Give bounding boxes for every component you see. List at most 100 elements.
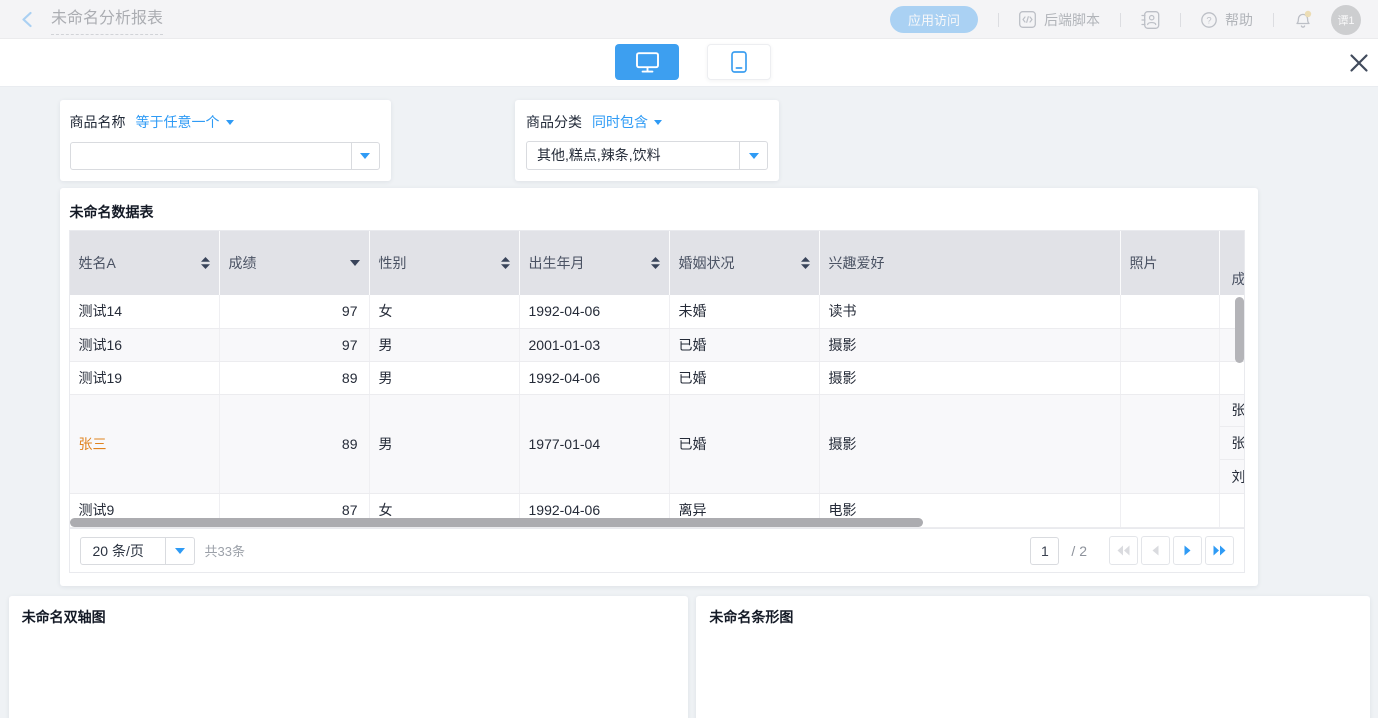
caret-down-icon bbox=[654, 120, 662, 125]
code-icon bbox=[1019, 11, 1036, 28]
filter-widget-product-name: 商品名称 等于任意一个 bbox=[60, 100, 392, 181]
avatar[interactable]: 谭1 bbox=[1331, 5, 1361, 35]
question-circle-icon: ? bbox=[1201, 12, 1217, 28]
filter-value-select[interactable] bbox=[70, 142, 380, 170]
cell-gender: 男 bbox=[370, 362, 520, 394]
chart-widget-dual-axis: 未命名双轴图 bbox=[9, 596, 688, 718]
cell-members bbox=[1220, 362, 1245, 394]
last-page-button[interactable] bbox=[1205, 536, 1234, 565]
cell-hobby: 摄影 bbox=[820, 395, 1121, 493]
app-access-label: 应用访问 bbox=[908, 10, 960, 29]
column-header-hobby[interactable]: 兴趣爱好 bbox=[820, 231, 1121, 295]
page-size-value: 20 条/页 bbox=[81, 538, 165, 564]
vertical-scrollbar bbox=[1235, 297, 1244, 363]
divider bbox=[998, 13, 999, 27]
address-book-icon bbox=[1141, 11, 1160, 29]
cell-name: 张三 bbox=[70, 395, 220, 493]
record-link[interactable]: 张三 bbox=[79, 434, 107, 454]
vertical-scrollbar-thumb[interactable] bbox=[1235, 297, 1244, 363]
topbar: 未命名分析报表 应用访问 后端脚本 bbox=[0, 0, 1378, 39]
filter-operator-dropdown[interactable]: 同时包含 bbox=[592, 112, 662, 132]
backend-script-button[interactable]: 后端脚本 bbox=[1019, 10, 1100, 30]
table-widget: 未命名数据表 姓名A 成绩 性别 出生年月 bbox=[60, 188, 1258, 586]
report-title[interactable]: 未命名分析报表 bbox=[51, 9, 163, 35]
divider bbox=[1180, 13, 1181, 27]
contacts-button[interactable] bbox=[1141, 11, 1160, 29]
cell-birth: 1977-01-04 bbox=[520, 395, 670, 493]
notifications-button[interactable] bbox=[1294, 10, 1312, 29]
column-header-marital[interactable]: 婚姻状况 bbox=[670, 231, 820, 295]
chevron-right-icon bbox=[1184, 545, 1191, 556]
filter-operator-dropdown[interactable]: 等于任意一个 bbox=[136, 112, 234, 132]
column-label: 成绩 bbox=[229, 253, 257, 273]
column-header-name[interactable]: 姓名A bbox=[70, 231, 220, 295]
cell-marital: 未婚 bbox=[670, 295, 820, 328]
chart-widget-bar: 未命名条形图 bbox=[696, 596, 1369, 718]
filter-value-select[interactable]: 其他,糕点,辣条,饮料 bbox=[526, 141, 768, 170]
table-row[interactable]: 测试14 97 女 1992-04-06 未婚 读书 bbox=[70, 295, 1245, 329]
column-label: 姓名A bbox=[79, 253, 116, 273]
cell-score: 97 bbox=[220, 295, 370, 328]
caret-down-icon bbox=[226, 120, 234, 125]
chevron-left-icon bbox=[1152, 545, 1159, 556]
column-header-members[interactable]: 成员 bbox=[1220, 231, 1246, 295]
table-row[interactable]: 张三 89 男 1977-01-04 已婚 摄影 张 张 刘 bbox=[70, 395, 1245, 494]
preview-toolbar bbox=[0, 39, 1378, 87]
double-chevron-left-icon bbox=[1117, 545, 1130, 556]
cell-name: 测试14 bbox=[70, 295, 220, 328]
data-table: 姓名A 成绩 性别 出生年月 婚姻状况 bbox=[69, 230, 1246, 573]
filter-value: 其他,糕点,辣条,饮料 bbox=[527, 142, 739, 169]
table-row[interactable]: 测试16 97 男 2001-01-03 已婚 摄影 bbox=[70, 329, 1245, 362]
help-button[interactable]: ? 帮助 bbox=[1201, 10, 1253, 30]
chart-title: 未命名条形图 bbox=[709, 607, 793, 627]
sort-both-icon bbox=[651, 257, 660, 269]
page-count: / 2 bbox=[1071, 543, 1087, 559]
cell-score: 89 bbox=[220, 362, 370, 394]
table-title: 未命名数据表 bbox=[70, 202, 154, 222]
horizontal-scrollbar-thumb[interactable] bbox=[70, 518, 923, 527]
column-label: 出生年月 bbox=[529, 253, 585, 273]
subtable-cell: 刘 bbox=[1220, 460, 1245, 493]
first-page-button[interactable] bbox=[1109, 536, 1138, 565]
filter-operator-label: 同时包含 bbox=[592, 112, 648, 132]
table-row[interactable]: 测试19 89 男 1992-04-06 已婚 摄影 bbox=[70, 362, 1245, 395]
filter-operator-label: 等于任意一个 bbox=[136, 112, 220, 132]
cell-photo bbox=[1121, 329, 1220, 361]
cell-name: 测试19 bbox=[70, 362, 220, 394]
page-size-select[interactable]: 20 条/页 bbox=[80, 537, 195, 565]
horizontal-scrollbar bbox=[70, 518, 1245, 528]
next-page-button[interactable] bbox=[1173, 536, 1202, 565]
backend-script-label: 后端脚本 bbox=[1044, 10, 1100, 30]
prev-page-button[interactable] bbox=[1141, 536, 1170, 565]
app-access-button[interactable]: 应用访问 bbox=[890, 6, 978, 33]
cell-hobby: 读书 bbox=[820, 295, 1121, 328]
cell-birth: 2001-01-03 bbox=[520, 329, 670, 361]
close-preview-button[interactable] bbox=[1348, 52, 1370, 74]
sort-both-icon bbox=[801, 257, 810, 269]
column-header-birth[interactable]: 出生年月 bbox=[520, 231, 670, 295]
column-label: 婚姻状况 bbox=[679, 253, 735, 273]
column-header-gender[interactable]: 性别 bbox=[370, 231, 520, 295]
table-header-row: 姓名A 成绩 性别 出生年月 婚姻状况 bbox=[70, 231, 1245, 295]
pagination-bar: 20 条/页 共33条 / 2 bbox=[70, 528, 1245, 573]
subtable-cell: 张 bbox=[1220, 395, 1245, 428]
help-label: 帮助 bbox=[1225, 10, 1253, 30]
column-header-score[interactable]: 成绩 bbox=[220, 231, 370, 295]
mobile-preview-button[interactable] bbox=[707, 44, 771, 80]
notification-dot bbox=[1305, 11, 1311, 17]
smartphone-icon bbox=[731, 51, 747, 73]
close-icon bbox=[1348, 52, 1370, 74]
column-header-photo[interactable]: 照片 bbox=[1121, 231, 1220, 295]
back-button[interactable] bbox=[20, 11, 34, 28]
cell-marital: 已婚 bbox=[670, 329, 820, 361]
page-number-input[interactable] bbox=[1030, 537, 1059, 565]
cell-photo bbox=[1121, 295, 1220, 328]
cell-photo bbox=[1121, 362, 1220, 394]
caret-down-icon bbox=[175, 548, 185, 554]
cell-photo bbox=[1121, 395, 1220, 493]
caret-down-icon bbox=[360, 153, 370, 159]
filter-widget-product-category: 商品分类 同时包含 其他,糕点,辣条,饮料 bbox=[515, 100, 780, 181]
cell-members: 张 张 刘 bbox=[1220, 395, 1245, 493]
cell-score: 97 bbox=[220, 329, 370, 361]
desktop-preview-button[interactable] bbox=[615, 44, 679, 80]
